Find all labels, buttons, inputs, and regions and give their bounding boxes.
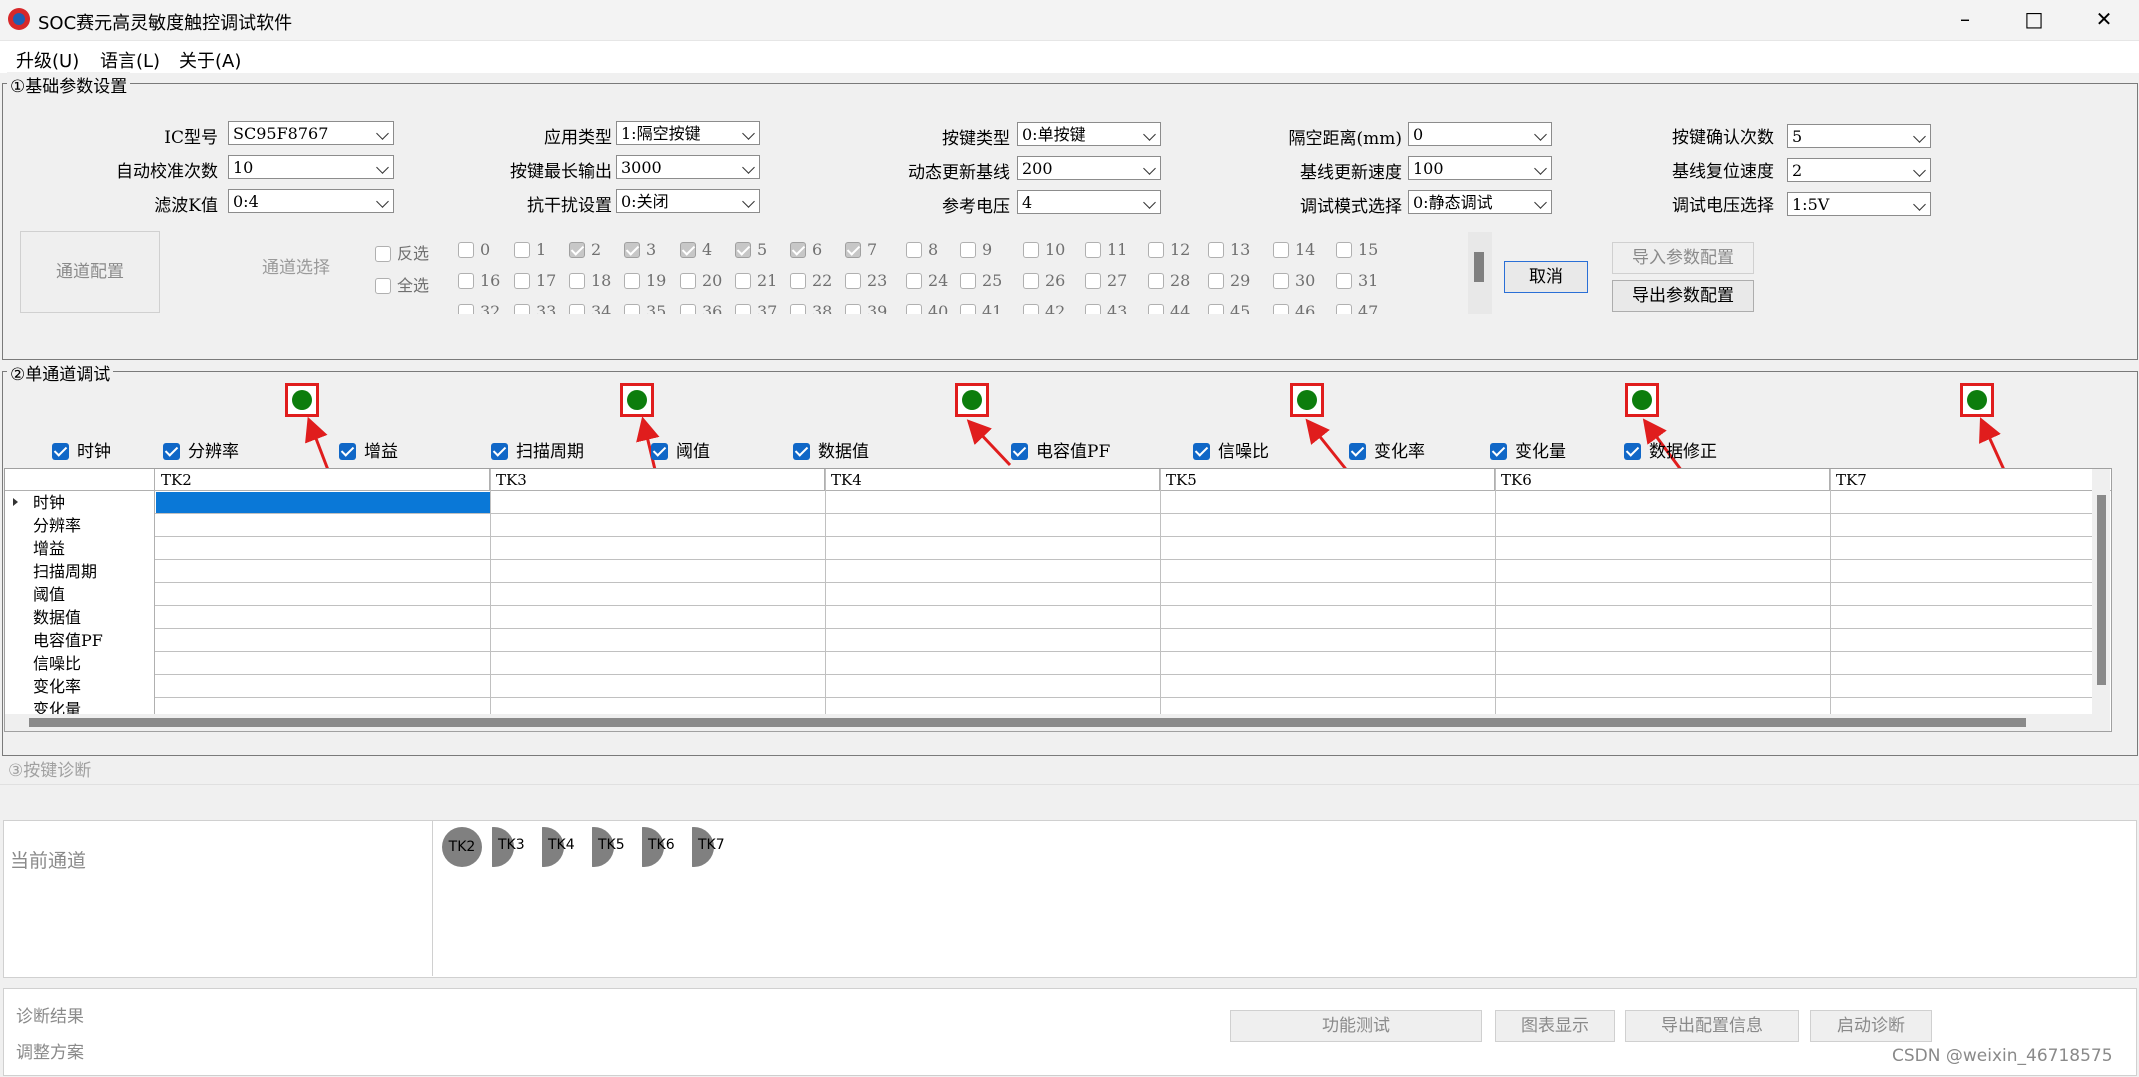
vertical-scrollbar[interactable] <box>2092 469 2110 731</box>
divider <box>0 784 2139 785</box>
key-label: TK7 <box>698 837 725 853</box>
toggle-checkbox[interactable]: 变化量 <box>1490 437 1566 462</box>
watermark: CSDN @weixin_46718575 <box>1892 1046 2113 1066</box>
function-test-button[interactable]: 功能测试 <box>1230 1010 1482 1042</box>
checkbox-icon <box>1011 443 1028 460</box>
toggle-checkbox[interactable]: 扫描周期 <box>491 437 584 462</box>
column-header[interactable]: TK4 <box>825 469 1160 491</box>
grid-line <box>155 559 2110 560</box>
key-indicator-tk6: TK6 <box>642 827 684 867</box>
key-label: TK2 <box>448 839 476 855</box>
toggle-checkbox[interactable]: 时钟 <box>52 437 111 462</box>
row-header[interactable]: 扫描周期 <box>5 560 155 583</box>
grid-line <box>490 469 491 724</box>
grid-line <box>1160 469 1161 724</box>
row-header[interactable]: 变化率 <box>5 675 155 698</box>
grid-line <box>155 605 2110 606</box>
column-header[interactable]: TK2 <box>155 469 490 491</box>
toggle-checkbox[interactable]: 分辨率 <box>163 437 239 462</box>
checkbox-icon <box>651 443 668 460</box>
scrollbar-thumb[interactable] <box>2097 495 2106 685</box>
toggle-checkbox[interactable]: 变化率 <box>1349 437 1425 462</box>
export-info-button[interactable]: 导出配置信息 <box>1625 1010 1799 1042</box>
row-header[interactable]: 增益 <box>5 537 155 560</box>
key-indicator-tk2: TK2 <box>442 827 482 867</box>
grid-line <box>155 582 2110 583</box>
chart-display-button[interactable]: 图表显示 <box>1495 1010 1615 1042</box>
row-header[interactable]: 时钟 <box>5 491 155 514</box>
row-header[interactable]: 分辨率 <box>5 514 155 537</box>
checkbox-icon <box>52 443 69 460</box>
row-pointer-icon <box>13 498 18 506</box>
checkbox-icon <box>1490 443 1507 460</box>
checkbox-icon <box>793 443 810 460</box>
column-header[interactable]: TK7 <box>1830 469 2111 491</box>
key-indicator-tk7: TK7 <box>692 827 734 867</box>
key-diag-title: ③按键诊断 <box>8 761 92 781</box>
column-header[interactable]: TK5 <box>1160 469 1495 491</box>
grid-line <box>155 697 2110 698</box>
toggle-checkbox[interactable]: 电容值PF <box>1011 437 1110 462</box>
start-diagnosis-button[interactable]: 启动诊断 <box>1810 1010 1932 1042</box>
row-header[interactable]: 信噪比 <box>5 652 155 675</box>
column-header[interactable]: TK3 <box>490 469 825 491</box>
toggle-checkbox[interactable]: 数据修正 <box>1624 437 1717 462</box>
checkbox-icon <box>163 443 180 460</box>
key-indicator-tk5: TK5 <box>592 827 634 867</box>
grid-line <box>1830 469 1831 724</box>
column-header[interactable]: TK6 <box>1495 469 1830 491</box>
checkbox-icon <box>1349 443 1366 460</box>
checkbox-icon <box>1624 443 1641 460</box>
grid-corner <box>5 469 155 491</box>
selected-cell[interactable] <box>156 492 490 513</box>
toggle-checkbox[interactable]: 数据值 <box>793 437 869 462</box>
key-label: TK3 <box>498 837 525 853</box>
divider <box>432 820 433 976</box>
row-header[interactable]: 电容值PF <box>5 629 155 652</box>
adjust-plan-label: 调整方案 <box>16 1043 84 1063</box>
key-indicator-tk3: TK3 <box>492 827 534 867</box>
grid-line <box>155 674 2110 675</box>
diag-panel <box>3 820 2137 978</box>
arrow-icon <box>966 419 1012 467</box>
key-label: TK5 <box>598 837 625 853</box>
current-channel-label: 当前通道 <box>10 850 87 872</box>
key-indicator-tk4: TK4 <box>542 827 584 867</box>
arrow-icon <box>1979 417 2007 473</box>
row-header[interactable]: 数据值 <box>5 606 155 629</box>
diag-result-label: 诊断结果 <box>16 1007 84 1027</box>
scrollbar-thumb[interactable] <box>29 718 2026 727</box>
grid-line <box>155 628 2110 629</box>
row-header[interactable]: 阈值 <box>5 583 155 606</box>
checkbox-icon <box>1193 443 1210 460</box>
horizontal-scrollbar[interactable] <box>5 714 2092 731</box>
grid-line <box>155 651 2110 652</box>
key-label: TK4 <box>548 837 575 853</box>
grid-line <box>1495 469 1496 724</box>
toggle-checkbox[interactable]: 信噪比 <box>1193 437 1269 462</box>
checkbox-icon <box>491 443 508 460</box>
checkbox-icon <box>339 443 356 460</box>
grid-line <box>825 469 826 724</box>
key-label: TK6 <box>648 837 675 853</box>
grid-line <box>155 513 2110 514</box>
grid-line <box>155 536 2110 537</box>
debug-data-grid: TK2 TK3 TK4 TK5 TK6 TK7 时钟 分辨率 增益 扫描周期 阈值 数据值 电容值PF 信… <box>4 468 2112 732</box>
toggle-checkbox[interactable]: 阈值 <box>651 437 710 462</box>
toggle-checkbox[interactable]: 增益 <box>339 437 398 462</box>
